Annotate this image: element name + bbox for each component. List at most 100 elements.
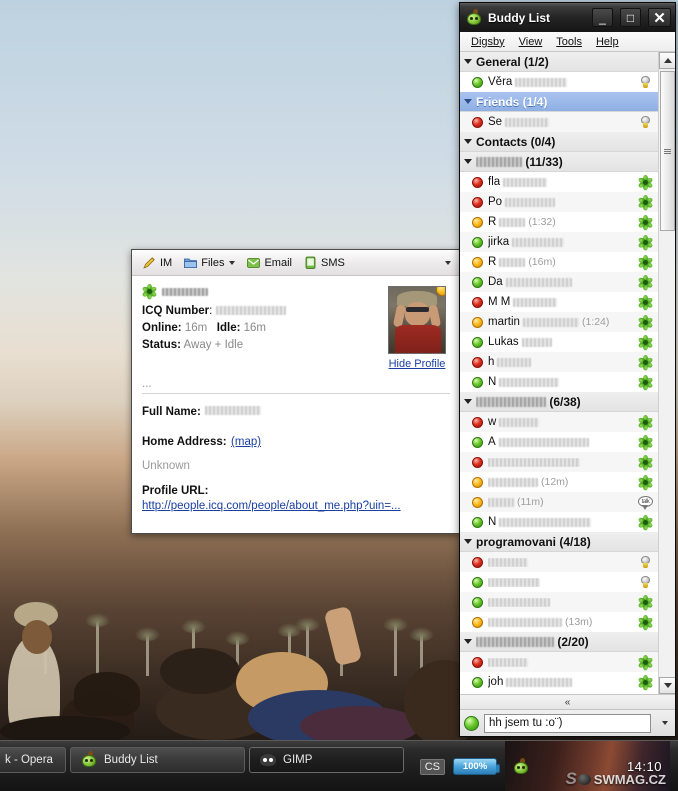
collapse-panel-button[interactable]: «: [460, 694, 675, 709]
buddy-list-item[interactable]: fla: [460, 172, 658, 192]
language-indicator[interactable]: CS: [419, 758, 445, 775]
buddy-group-header[interactable]: programovani (4/18): [460, 532, 658, 552]
buddy-name: Po: [488, 196, 633, 208]
buddy-list-item[interactable]: [460, 592, 658, 612]
buddy-name: (12m): [488, 476, 633, 488]
buddy-list-item[interactable]: (11m) talk: [460, 492, 658, 512]
away-status-badge-icon: [436, 287, 445, 296]
buddy-list-item[interactable]: N: [460, 512, 658, 532]
system-tray: CS 100% 14:10 S SWMAG.CZ: [412, 741, 678, 791]
buddy-list-item[interactable]: martin (1:24): [460, 312, 658, 332]
minimize-button[interactable]: _: [592, 8, 613, 27]
profile-url-link[interactable]: http://people.icq.com/people/about_me.ph…: [142, 500, 450, 512]
buddy-list-item[interactable]: [460, 552, 658, 572]
profile-window[interactable]: IM Files Email SMS ICQ Number: Online: 1…: [131, 249, 461, 534]
buddy-list-item[interactable]: A: [460, 432, 658, 452]
buddy-name: w: [488, 416, 633, 428]
toolbar-overflow-button[interactable]: [439, 259, 454, 267]
buddy-list-item[interactable]: M M: [460, 292, 658, 312]
buddy-list-item[interactable]: joh: [460, 672, 658, 692]
buddy-list-item[interactable]: Se: [460, 112, 658, 132]
buddy-list-item[interactable]: w: [460, 412, 658, 432]
menu-help[interactable]: Help: [590, 34, 625, 50]
email-button[interactable]: Email: [242, 253, 296, 272]
sms-button[interactable]: SMS: [299, 253, 349, 272]
scrollbar-thumb[interactable]: [660, 71, 675, 231]
scroll-up-button[interactable]: [659, 52, 675, 69]
digsby-logo-icon: [466, 7, 482, 26]
buddy-list-item[interactable]: jirka: [460, 232, 658, 252]
status-dropdown-button[interactable]: [656, 721, 671, 725]
status-orb-icon: [472, 516, 483, 528]
menu-tools[interactable]: Tools: [550, 34, 588, 50]
buddy-list-item[interactable]: Lukas: [460, 332, 658, 352]
im-label: IM: [160, 256, 173, 269]
status-orb-icon: [472, 196, 483, 208]
buddy-group-header[interactable]: Contacts (0/4): [460, 132, 658, 152]
scroll-down-button[interactable]: [659, 677, 675, 694]
im-button[interactable]: IM: [138, 253, 176, 272]
clock[interactable]: 14:10: [627, 759, 662, 774]
status-orb-icon: [472, 176, 483, 188]
status-orb-icon: [472, 356, 483, 368]
buddy-list-item[interactable]: R (16m): [460, 252, 658, 272]
buddy-list-titlebar[interactable]: Buddy List _ □ ✕: [460, 3, 675, 32]
full-name-label: Full Name:: [142, 406, 201, 418]
status-orb-icon: [472, 376, 483, 388]
taskbar-item-opera[interactable]: k - Opera: [0, 747, 66, 773]
map-link[interactable]: (map): [231, 436, 261, 448]
icq-icon: [637, 654, 654, 670]
status-message-input[interactable]: hh jsem tu :o¨): [484, 713, 651, 733]
chevron-up-icon: [663, 58, 672, 63]
chevron-down-icon: [464, 399, 472, 404]
group-label: (2/20): [476, 635, 589, 649]
buddy-name: (11m): [488, 496, 633, 508]
buddy-list-item[interactable]: Po: [460, 192, 658, 212]
close-button[interactable]: ✕: [648, 8, 671, 27]
menu-view[interactable]: View: [513, 34, 549, 50]
buddy-list-item[interactable]: [460, 652, 658, 672]
buddy-list-window[interactable]: Buddy List _ □ ✕ Digsby View Tools Help …: [459, 2, 676, 737]
jabber-icon: [638, 555, 653, 570]
my-status-icon[interactable]: [464, 715, 479, 731]
status-bar: hh jsem tu :o¨): [460, 709, 675, 736]
vertical-scrollbar[interactable]: [658, 52, 675, 694]
icq-icon: [637, 434, 654, 450]
menu-digsby[interactable]: Digsby: [465, 34, 511, 50]
icq-icon: [637, 454, 654, 470]
avatar-glasses: [406, 307, 429, 312]
battery-indicator[interactable]: 100%: [453, 758, 500, 775]
maximize-button[interactable]: □: [620, 8, 641, 27]
buddy-list-item[interactable]: h: [460, 352, 658, 372]
buddy-group-header[interactable]: Friends (1/4): [460, 92, 658, 112]
chevron-down-icon: [663, 683, 672, 688]
buddy-list-label: Buddy List: [104, 754, 158, 766]
buddy-list-item[interactable]: [460, 452, 658, 472]
status-value: Away + Idle: [183, 339, 244, 351]
buddy-list-item[interactable]: (13m): [460, 612, 658, 632]
digsby-tray-icon[interactable]: [513, 756, 529, 775]
buddy-group-header[interactable]: (2/20): [460, 632, 658, 652]
buddy-list-item[interactable]: (12m): [460, 472, 658, 492]
taskbar-item-buddy-list[interactable]: Buddy List: [70, 747, 245, 773]
buddy-list-item[interactable]: Věra: [460, 72, 658, 92]
buddy-list-contacts[interactable]: General (1/2) Věra Friends (1/4) Se Contacts…: [460, 52, 658, 694]
buddy-list-item[interactable]: [460, 572, 658, 592]
hide-profile-link[interactable]: Hide Profile: [389, 358, 446, 370]
icq-icon: [637, 294, 654, 310]
status-orb-icon: [472, 476, 483, 488]
buddy-group-header[interactable]: General (1/2): [460, 52, 658, 72]
buddy-group-header[interactable]: (6/38): [460, 392, 658, 412]
chevron-down-icon: [464, 139, 472, 144]
icq-icon: [637, 314, 654, 330]
taskbar-item-gimp[interactable]: GIMP: [249, 747, 404, 773]
screenname-redacted: [162, 287, 208, 296]
avatar[interactable]: [388, 286, 446, 354]
buddy-list-item[interactable]: Da: [460, 272, 658, 292]
buddy-group-header[interactable]: (11/33): [460, 152, 658, 172]
files-button[interactable]: Files: [179, 253, 239, 272]
files-label: Files: [201, 256, 225, 269]
buddy-list-item[interactable]: R (1:32): [460, 212, 658, 232]
icq-icon: [637, 254, 654, 270]
buddy-list-item[interactable]: N: [460, 372, 658, 392]
